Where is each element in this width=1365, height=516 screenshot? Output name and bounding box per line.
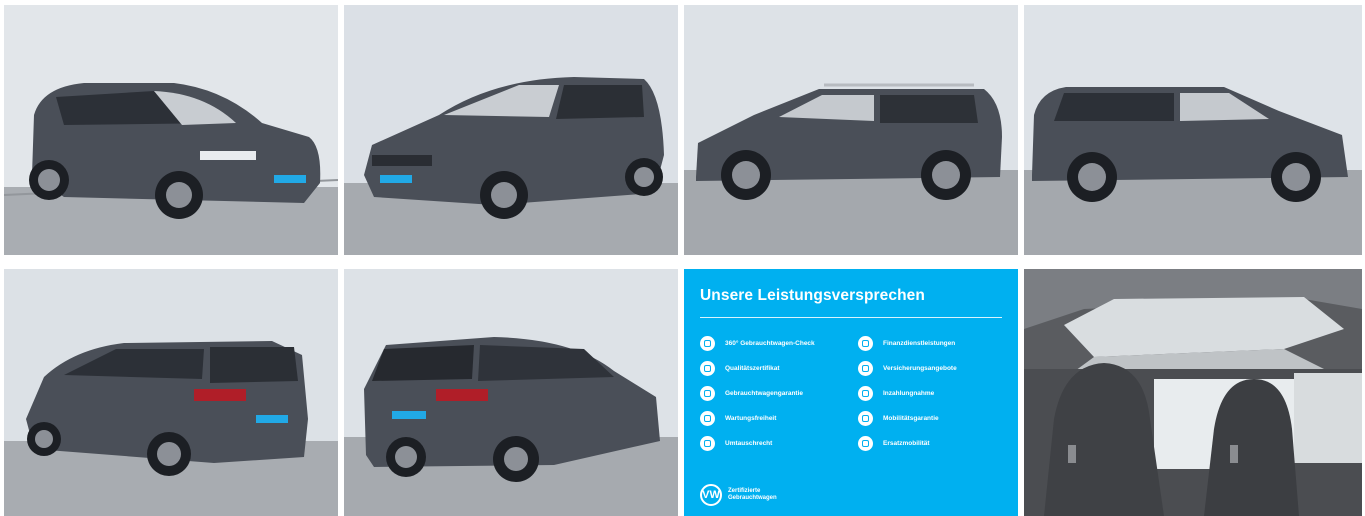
promise-item-maintenance-free: Wartungsfreiheit xyxy=(700,410,844,426)
promise-item-label: Gebrauchtwagengarantie xyxy=(725,389,804,397)
promise-item-warranty: Gebrauchtwagengarantie xyxy=(700,385,844,401)
check-360-icon xyxy=(700,335,715,351)
promise-title: Unsere Leistungsversprechen xyxy=(700,287,925,304)
promise-item-label: Qualitätszertifikat xyxy=(725,364,780,372)
promise-item-trade-in: Inzahlungnahme xyxy=(858,385,1002,401)
promise-item-label: Umtauschrecht xyxy=(725,439,773,447)
brand-text: Zertifizierte Gebrauchtwagen xyxy=(728,488,777,501)
certificate-icon xyxy=(700,360,715,376)
car-photo-rear-right xyxy=(4,269,338,516)
promise-item-label: Finanzdienstleistungen xyxy=(883,339,956,347)
promise-item-label: Mobilitätsgarantie xyxy=(883,414,939,422)
insurance-icon xyxy=(858,360,873,376)
warranty-shield-icon xyxy=(700,385,715,401)
promise-item-label: Inzahlungnahme xyxy=(883,389,935,397)
car-photo-interior xyxy=(1024,269,1362,516)
promise-item-exchange-right: Umtauschrecht xyxy=(700,435,844,451)
gallery-photo-left-side[interactable] xyxy=(684,5,1018,255)
promise-item-label: 360° Gebrauchtwagen-Check xyxy=(725,339,815,347)
gallery-photo-front-right[interactable] xyxy=(344,5,678,255)
promise-item-label: Versicherungsangebote xyxy=(883,364,957,372)
wrench-icon xyxy=(700,410,715,426)
promise-item-mobility-guarantee: Mobilitätsgarantie xyxy=(858,410,1002,426)
promise-item-insurance: Versicherungsangebote xyxy=(858,360,1002,376)
promise-item-replacement-mobility: Ersatzmobilität xyxy=(858,435,1002,451)
exchange-icon xyxy=(700,435,715,451)
gallery-photo-rear-right[interactable] xyxy=(4,269,338,516)
promise-info-card[interactable]: Unsere Leistungsversprechen 360° Gebrauc… xyxy=(684,269,1018,516)
gallery-photo-right-side[interactable] xyxy=(1024,5,1362,255)
vw-logo-icon: VW xyxy=(700,484,722,506)
gallery-photo-front-left[interactable] xyxy=(4,5,338,255)
promise-list: 360° Gebrauchtwagen-Check Qualitätszerti… xyxy=(700,335,1002,451)
promise-item-label: Ersatzmobilität xyxy=(883,439,930,447)
mobility-icon xyxy=(858,410,873,426)
gallery-photo-interior[interactable] xyxy=(1024,269,1362,516)
promise-item-check-360: 360° Gebrauchtwagen-Check xyxy=(700,335,844,351)
vehicle-photo-gallery: Unsere Leistungsversprechen 360° Gebrauc… xyxy=(0,0,1365,516)
promise-item-quality-certificate: Qualitätszertifikat xyxy=(700,360,844,376)
finance-icon xyxy=(858,335,873,351)
promise-divider xyxy=(700,317,1002,318)
car-photo-front-right xyxy=(344,5,678,255)
promise-item-label: Wartungsfreiheit xyxy=(725,414,777,422)
car-photo-left-side xyxy=(684,5,1018,255)
car-photo-right-side xyxy=(1024,5,1362,255)
trade-in-icon xyxy=(858,385,873,401)
car-photo-rear-left xyxy=(344,269,678,516)
certified-used-cars-brand: VW Zertifizierte Gebrauchtwagen xyxy=(700,484,777,506)
replacement-car-icon xyxy=(858,435,873,451)
car-photo-front-left xyxy=(4,5,338,255)
gallery-photo-rear-left[interactable] xyxy=(344,269,678,516)
promise-item-finance: Finanzdienstleistungen xyxy=(858,335,1002,351)
